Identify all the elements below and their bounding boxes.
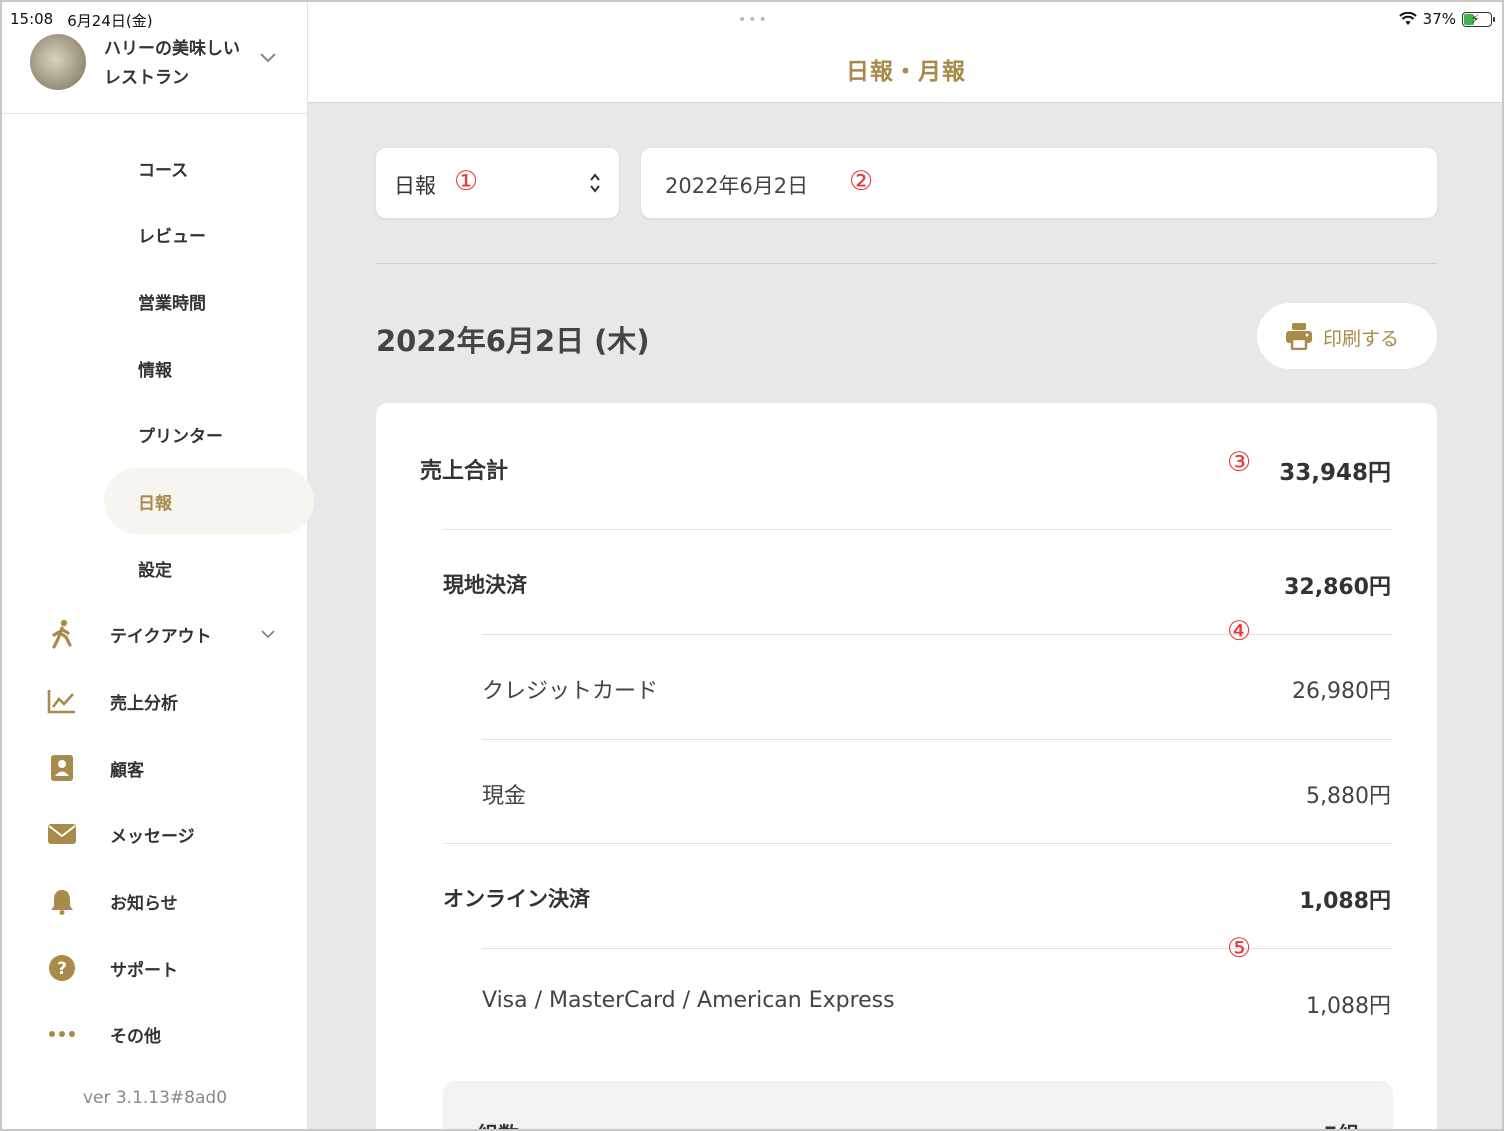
sidebar-item-label: メッセージ <box>110 826 195 847</box>
chevron-down-icon <box>260 53 276 63</box>
sidebar-item-notifications[interactable]: お知らせ <box>2 868 308 934</box>
question-circle-icon: ? <box>46 952 78 984</box>
sidebar-item-sales-analysis[interactable]: 売上分析 <box>2 668 308 734</box>
sidebar-item-course[interactable]: コース <box>2 135 308 201</box>
total-sales-label: 売上合計 <box>420 459 509 484</box>
sidebar-item-label: サポート <box>110 960 178 981</box>
onsite-payment-label: 現地決済 <box>443 573 527 597</box>
sidebar-item-settings[interactable]: 設定 <box>2 535 308 601</box>
sidebar-item-info[interactable]: 情報 <box>2 335 308 401</box>
more-dots-icon <box>46 1018 78 1050</box>
report-date-heading: 2022年6月2日 (木) <box>376 324 650 358</box>
walking-person-icon <box>46 618 78 650</box>
date-picker-field[interactable]: 2022年6月2日 <box>641 148 1437 218</box>
app-window: ハリーの美味しいレストラン コース レビュー 営業時間 情報 プリンター 日報 <box>0 0 1504 1131</box>
date-value: 2022年6月2日 <box>665 174 809 198</box>
status-bar-right: 37% ⚡ <box>1398 10 1495 28</box>
card-brands-value: 1,088円 <box>1306 994 1391 1019</box>
sidebar-item-label: 日報 <box>138 493 172 514</box>
battery-icon: ⚡ <box>1462 11 1495 27</box>
active-highlight <box>104 468 314 534</box>
sidebar-item-business-hours[interactable]: 営業時間 <box>2 268 308 334</box>
divider <box>443 843 1393 844</box>
status-date: 6月24日(金) <box>67 12 153 30</box>
online-payment-value: 1,088円 <box>1299 889 1391 914</box>
store-avatar <box>30 34 86 90</box>
divider <box>482 634 1393 635</box>
sidebar-item-messages[interactable]: メッセージ <box>2 801 308 867</box>
total-sales-value: 33,948円 <box>1279 460 1391 486</box>
sidebar: ハリーの美味しいレストラン コース レビュー 営業時間 情報 プリンター 日報 <box>2 2 314 1129</box>
report-card: 売上合計 33,948円 現地決済 32,860円 クレジットカード 26,98… <box>376 403 1437 1129</box>
store-name: ハリーの美味しいレストラン <box>104 39 240 88</box>
report-type-value: 日報 <box>394 174 436 198</box>
printer-icon <box>1286 323 1312 350</box>
battery-percent: 37% <box>1422 10 1456 28</box>
sidebar-item-label: 売上分析 <box>110 693 178 714</box>
sidebar-item-printer[interactable]: プリンター <box>2 401 308 467</box>
sidebar-item-label: コース <box>138 160 189 181</box>
charging-bolt-icon: ⚡ <box>1471 11 1480 26</box>
line-chart-icon <box>46 685 78 717</box>
sidebar-item-label: 情報 <box>138 360 172 381</box>
sidebar-item-label: 顧客 <box>110 760 144 781</box>
sidebar-item-label: プリンター <box>138 426 223 447</box>
credit-card-label: クレジットカード <box>482 679 659 704</box>
sidebar-item-label: 設定 <box>138 560 172 581</box>
chevron-down-icon <box>261 630 275 639</box>
annotation-marker-1: ① <box>454 166 479 197</box>
svg-text:?: ? <box>57 959 67 979</box>
sidebar-item-label: 営業時間 <box>138 293 206 314</box>
report-type-select[interactable]: 日報 <box>376 148 619 218</box>
cash-value: 5,880円 <box>1306 784 1391 809</box>
sidebar-item-review[interactable]: レビュー <box>2 201 308 267</box>
sidebar-item-customers[interactable]: 顧客 <box>2 735 308 801</box>
page-header: 日報・月報 <box>308 2 1502 103</box>
sidebar-item-takeout[interactable]: テイクアウト <box>2 601 308 667</box>
group-count-label: 組数 <box>477 1119 519 1129</box>
onsite-payment-value: 32,860円 <box>1284 575 1391 600</box>
multitasking-dots-icon[interactable]: ••• <box>738 12 769 28</box>
print-button[interactable]: 印刷する <box>1257 303 1437 369</box>
credit-card-value: 26,980円 <box>1292 679 1391 704</box>
sidebar-item-label: テイクアウト <box>110 626 212 647</box>
sidebar-item-support[interactable]: ? サポート <box>2 935 308 1001</box>
contact-book-icon <box>46 752 78 784</box>
group-count-value: 5組 <box>1323 1119 1359 1129</box>
wifi-icon <box>1398 12 1417 25</box>
sidebar-item-label: レビュー <box>138 226 206 247</box>
envelope-icon <box>46 818 78 850</box>
divider <box>443 529 1393 530</box>
annotation-marker-4: ④ <box>1227 616 1252 647</box>
divider <box>482 948 1393 949</box>
status-time: 15:08 <box>10 10 54 28</box>
status-bar-left: 15:08 6月24日(金) <box>10 10 153 31</box>
print-button-label: 印刷する <box>1323 328 1400 350</box>
page-title: 日報・月報 <box>846 59 966 85</box>
divider <box>376 263 1437 264</box>
group-count-box: 組数 5組 <box>443 1081 1393 1129</box>
sidebar-item-label: お知らせ <box>110 893 178 914</box>
annotation-marker-3: ③ <box>1227 447 1252 478</box>
online-payment-label: オンライン決済 <box>443 887 590 911</box>
annotation-marker-5: ⑤ <box>1227 933 1252 964</box>
select-arrows-icon <box>590 173 600 193</box>
divider <box>482 739 1393 740</box>
annotation-marker-2: ② <box>849 166 874 197</box>
bell-icon <box>46 885 78 917</box>
sidebar-item-daily-report[interactable]: 日報 <box>2 468 314 534</box>
sidebar-item-other[interactable]: その他 <box>2 1001 308 1067</box>
cash-label: 現金 <box>482 784 527 809</box>
card-brands-label: Visa / MasterCard / American Express <box>482 988 895 1013</box>
sidebar-item-label: その他 <box>110 1026 161 1047</box>
app-version: ver 3.1.13#8ad0 <box>82 1088 228 1108</box>
